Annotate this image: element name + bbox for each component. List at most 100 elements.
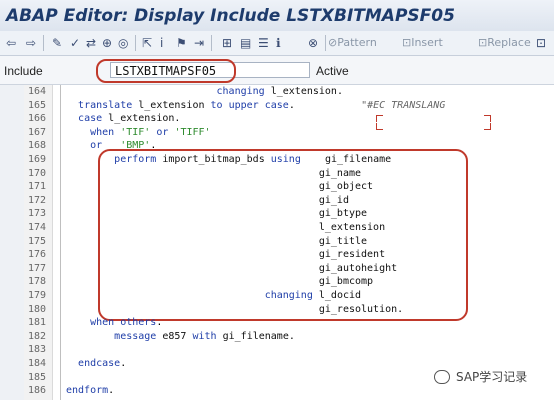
info-button[interactable]: i [160,35,163,51]
pattern-label: Pattern [337,36,377,49]
object-list-button[interactable]: ⚑ [176,35,187,51]
include-name-field[interactable]: LSTXBITMAPSF05 [110,62,310,78]
check-icon: ✓ [70,36,81,50]
line-number: 176 [27,249,46,261]
code-text: gi_btype [318,208,368,220]
code-line[interactable]: 176 gi_resident [0,248,554,262]
code-text: perform import_bitmap_bds using gi_filen… [114,154,392,165]
line-number: 170 [27,167,46,179]
application-toolbar: ⇦ ⇨ ✎ ✓ ⇄ ⊕ ◎ ⇱ i ⚑ ⇥ ⊞ ▤ ☰ ℹ ⊗ ⊘ Pattern ⊡ Insert ⊡ Repla… [0,31,554,56]
navigation-button[interactable]: ⇥ [194,35,204,51]
toolbar-separator [211,35,212,51]
test-button[interactable]: ⊕ [102,35,112,51]
code-text: when 'TIF' or 'TIFF' [90,126,211,138]
line-number: 171 [27,181,46,193]
code-text: gi_name [318,167,362,179]
stop-button[interactable]: ⊗ [308,35,318,51]
line-number: 186 [27,385,46,397]
code-text: message e857 with gi_filename. [114,330,295,342]
code-line[interactable]: 165 translate l_extension to upper case.… [0,99,554,113]
help-button[interactable]: ℹ [276,35,281,51]
toolbar-separator [135,35,136,51]
check-button[interactable]: ✓ [70,35,80,51]
compare-button[interactable]: ⇄ [86,35,96,51]
replace-label: Replace [487,36,531,49]
code-text: gi_autoheight [318,262,398,274]
code-text: gi_resident [318,249,386,261]
line-number: 183 [27,344,46,356]
code-line[interactable]: 186 endform. [0,384,554,398]
more-icon: ⊡ [536,36,547,50]
code-line[interactable]: 179 changing l_docid [0,289,554,303]
window-title: ABAP Editor: Display Include LSTXBITMAPS… [6,6,455,26]
watermark-text: SAP学习记录 [456,370,528,384]
line-number: 172 [27,194,46,206]
code-text: gi_title [318,235,368,247]
code-line[interactable]: 181 when others. [0,316,554,330]
object-list-icon: ⚑ [176,36,187,50]
code-text: gi_object [318,181,374,193]
pattern-icon: ⊘ [328,36,338,49]
line-number: 173 [27,208,46,220]
chat-bubble-icon [434,369,450,384]
code-text: gi_bmcomp [318,276,374,288]
line-number: 178 [27,276,46,288]
where-used-button[interactable]: ⇱ [142,35,152,51]
code-line[interactable]: 172 gi_id [0,194,554,208]
code-line[interactable]: 167 when 'TIF' or 'TIFF' [0,126,554,140]
code-text: l_extension [318,222,386,233]
code-text: gi_id [318,194,349,206]
forward-button[interactable]: ⇨ [26,35,36,51]
pattern-button[interactable]: ⊘ Pattern [328,35,377,51]
replace-button[interactable]: ⊡ Replace [478,35,531,51]
code-line[interactable]: 170 gi_name [0,167,554,181]
line-number: 175 [27,235,46,247]
toolbar-separator [325,35,326,51]
back-button[interactable]: ⇦ [6,35,16,51]
compare-icon: ⇄ [86,36,97,50]
line-number: 168 [27,140,46,152]
code-line[interactable]: 169 perform import_bitmap_bds using gi_f… [0,153,554,167]
hierarchy-button[interactable]: ⊞ [222,35,232,51]
code-line[interactable]: 168 or 'BMP'. [0,139,554,153]
edit-pencil-button[interactable]: ✎ [52,35,62,51]
code-line[interactable]: 180 gi_resolution. [0,303,554,317]
code-line[interactable]: 173 gi_btype [0,207,554,221]
test-icon: ⊕ [102,36,113,50]
more-button[interactable]: ⊡ [536,35,546,51]
code-text: changing l_docid [264,290,362,301]
print-icon: ☰ [258,36,269,50]
code-line[interactable]: 175 gi_title [0,235,554,249]
code-line[interactable]: 171 gi_object [0,180,554,194]
code-editor[interactable]: 164 changing l_extension. 165 translate l… [0,85,554,400]
line-number: 180 [27,303,46,315]
code-line[interactable]: 164 changing l_extension. [0,85,554,99]
activate-button[interactable]: ◎ [118,35,128,51]
line-number: 179 [27,290,46,301]
line-number: 182 [27,330,46,342]
line-number: 164 [27,86,46,97]
back-icon: ⇦ [6,36,17,50]
info-icon: i [160,36,164,50]
print-button[interactable]: ☰ [258,35,269,51]
insert-icon: ⊡ [402,36,412,49]
code-text: gi_resolution. [318,303,404,315]
title-bar: ABAP Editor: Display Include LSTXBITMAPS… [0,0,554,32]
code-line[interactable]: 182 message e857 with gi_filename. [0,330,554,344]
code-line[interactable]: 183 [0,343,554,357]
code-line[interactable]: 177 gi_autoheight [0,262,554,276]
code-text: when others. [90,317,163,329]
code-line[interactable]: 178 gi_bmcomp [0,275,554,289]
line-number: 165 [27,99,46,111]
replace-icon: ⊡ [478,36,488,49]
code-line[interactable]: 166 case l_extension. [0,112,554,126]
program-info-bar: Include LSTXBITMAPSF05 Active [0,56,554,85]
line-number: 174 [27,222,46,233]
help-icon: ℹ [276,36,281,50]
line-number: 167 [27,126,46,138]
code-text: changing l_extension. [216,86,343,97]
code-line[interactable]: 174 l_extension [0,221,554,235]
display-object-button[interactable]: ▤ [240,35,251,51]
line-number: 185 [27,371,46,383]
insert-button[interactable]: ⊡ Insert [402,35,443,51]
